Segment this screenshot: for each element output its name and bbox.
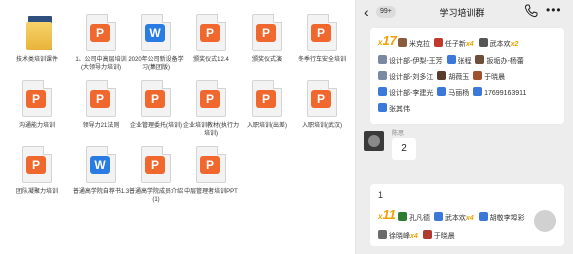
file-name: 冬季行车安全培训 [297,57,346,63]
file-name: 入职培训(武汉) [302,123,342,129]
tag-icon [433,212,443,221]
reaction-row: 米克拉 任子新x4 武本欢x2 [398,38,521,49]
avatar [378,230,387,239]
file-item[interactable]: P 企业培训教材(执行力培训) [182,80,240,138]
ppt-file-icon: P [307,14,337,51]
reaction-row: 设计部-伊梨-王芳 张程 扳垢办-杨蕾 [378,55,524,66]
file-name: 技术类培训课件 [15,57,58,63]
reaction-row: 徐晓峰x4 于晓晨 [378,230,455,241]
more-icon[interactable]: ••• [546,4,562,16]
avatar [398,38,407,47]
message-bubble[interactable]: 2 [392,138,416,160]
file-item[interactable]: P 领导力21法则 [72,80,130,130]
message-text: 1 [378,190,384,200]
file-name: 普通高学院成员介绍(1) [128,189,183,203]
message-card: x17 米克拉 任子新x4 武本欢x2 设计部-伊梨-王芳 张程 扳垢办-杨蕾 … [370,28,564,124]
file-item[interactable]: W 2020年公司新设备学习(集团版) [127,14,185,72]
ppt-file-icon: P [196,14,226,51]
chat-title: 学习培训群 [439,8,485,18]
tag-icon [437,87,447,96]
file-item[interactable]: P 颁奖仪式12.4 [182,14,240,64]
chat-panel: ‹ 99+ 学习培训群 ••• x17 米克拉 任子新x4 武本欢x2 设计部-… [355,0,573,254]
phone-icon[interactable] [524,4,538,18]
tag-icon [473,87,483,96]
avatar[interactable] [364,131,384,151]
file-name: 1、公司中高层培训(大领导力培训) [75,57,127,71]
ppt-file-icon: P [86,80,116,117]
ppt-file-icon: P [307,80,337,117]
tag-icon [446,55,456,64]
ppt-file-icon: P [252,80,282,117]
file-name: 普通高学院自荐书1.3 [72,189,130,195]
chat-header: ‹ 99+ 学习培训群 ••• [356,0,573,26]
avatar [473,71,483,80]
file-grid: 技术类培训课件 P 1、公司中高层培训(大领导力培训) W 2020年公司新设备… [0,0,355,254]
file-item[interactable]: P 普通高学院成员介绍(1) [127,146,185,204]
reaction-row: 孔凡德 武本欢x4 胡敬李埠彩 [398,212,525,223]
file-item-folder[interactable]: 技术类培训课件 [8,14,66,64]
file-name: 2020年公司新设备学习(集团版) [128,57,184,71]
file-item[interactable]: P 入职培训(武汉) [293,80,351,130]
ppt-file-icon: P [252,14,282,51]
tag-icon [478,212,488,221]
avatar [422,230,432,239]
tag-icon [378,103,387,112]
reaction-row: 张其伟 [378,103,410,114]
file-item[interactable]: P 中层管理者培训PPT [182,146,240,196]
file-name: 颁奖仪式演 [251,57,282,63]
tag-icon [378,87,387,96]
doc-file-icon: W [141,14,171,51]
file-name: 中层管理者培训PPT [184,189,238,195]
reaction-row: 设计部-刘多江 胡薇玉 于晓晨 [378,71,505,82]
file-name: 沟通能力培训 [18,123,55,129]
avatar [398,212,407,221]
file-item[interactable]: P 团队凝聚力培训 [8,146,66,196]
file-name: 企业培训教材(执行力培训) [183,123,239,137]
file-item[interactable]: P 入职培训(出差) [238,80,296,130]
file-item[interactable]: P 沟通能力培训 [8,80,66,130]
ppt-file-icon: P [86,14,116,51]
file-item[interactable]: P 冬季行车安全培训 [293,14,351,64]
ppt-file-icon: P [196,80,226,117]
avatar [475,55,485,64]
reaction-multiplier: x17 [378,33,397,48]
file-item[interactable]: P 颁奖仪式演 [238,14,296,64]
ppt-file-icon: P [22,80,52,117]
ppt-file-icon: P [141,80,171,117]
avatar [478,38,488,47]
file-name: 颁奖仪式12.4 [193,57,229,63]
reaction-row: 设计部-李建光 马丽杨 17699163911 [378,87,526,98]
avatar [437,71,447,80]
reaction-multiplier: x11 [378,207,396,222]
ppt-file-icon: P [22,146,52,183]
screen: 技术类培训课件 P 1、公司中高层培训(大领导力培训) W 2020年公司新设备… [0,0,573,254]
file-name: 团队凝聚力培训 [15,189,58,195]
file-name: 企业管理委托(培训) [130,123,182,129]
ppt-file-icon: P [196,146,226,183]
chevron-left-icon[interactable]: ‹ [364,4,369,20]
ppt-file-icon: P [141,146,171,183]
unread-count-badge[interactable]: 99+ [376,6,396,18]
avatar [378,71,387,80]
sender-name: 陈思 [392,131,405,137]
file-item[interactable]: W 普通高学院自荐书1.3 [72,146,130,196]
file-item[interactable]: P 企业管理委托(培训) [127,80,185,130]
doc-file-icon: W [86,146,116,183]
file-item[interactable]: P 1、公司中高层培训(大领导力培训) [72,14,130,72]
file-name: 领导力21法则 [82,123,120,129]
avatar [378,55,387,64]
file-name: 入职培训(出差) [247,123,287,129]
folder-icon [22,14,52,51]
floating-scroll-button[interactable] [534,210,556,232]
avatar [433,38,443,47]
